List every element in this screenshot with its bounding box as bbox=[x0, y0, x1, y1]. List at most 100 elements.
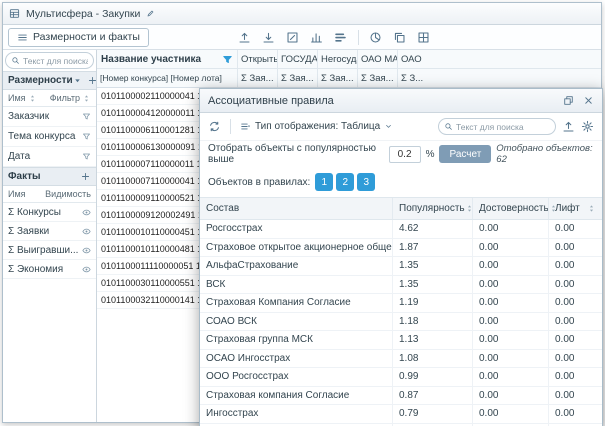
desktop: Мультисфера - Закупки Размерности и факт… bbox=[0, 0, 605, 426]
column-header-confidence[interactable]: Достоверность bbox=[472, 198, 555, 219]
objects-count-button-1[interactable]: 1 bbox=[315, 173, 334, 191]
visibility-icon[interactable] bbox=[82, 227, 91, 236]
rename-icon[interactable] bbox=[146, 9, 155, 18]
add-fact-icon[interactable] bbox=[80, 171, 91, 182]
close-icon[interactable] bbox=[583, 95, 594, 106]
toolbar-icon-group-2 bbox=[366, 28, 434, 47]
fact-label: Σ Экономия bbox=[8, 263, 64, 275]
rule-row[interactable]: Страховая компания Согласие 0.87 0.00 0.00 bbox=[200, 386, 602, 405]
rule-row[interactable]: Страховая Компания Согласие 1.19 0.00 0.00 bbox=[200, 294, 602, 313]
rule-composition: Страховая компания Согласие bbox=[206, 389, 350, 401]
rule-confidence: 0.00 bbox=[472, 368, 548, 386]
save-icon[interactable] bbox=[259, 28, 279, 47]
pivot-row-dimension-header[interactable]: Название участника bbox=[97, 50, 237, 68]
rule-row[interactable]: АльфаСтрахование 1.35 0.00 0.00 bbox=[200, 257, 602, 276]
rule-lift: 0.00 bbox=[548, 220, 602, 238]
sort-icon[interactable] bbox=[587, 204, 596, 213]
filter-icon[interactable] bbox=[82, 112, 91, 121]
export-icon[interactable] bbox=[562, 120, 575, 133]
pivot-measure-header[interactable]: Σ Зая... bbox=[277, 69, 317, 87]
dimension-label: Тема конкурса bbox=[8, 131, 76, 142]
pivot-measure-header[interactable]: Σ З... bbox=[397, 69, 437, 87]
rule-lift: 0.00 bbox=[548, 294, 602, 312]
rule-popularity: 1.35 bbox=[392, 257, 472, 275]
edit-cell-icon[interactable] bbox=[283, 28, 303, 47]
fact-row[interactable]: Σ Экономия bbox=[3, 260, 96, 279]
filter-icon[interactable] bbox=[82, 152, 91, 161]
pivot-measure-header[interactable]: Σ Зая... bbox=[357, 69, 397, 87]
rule-row[interactable]: Страховое открытое акционерное общест...… bbox=[200, 238, 602, 257]
calculate-button[interactable]: Расчет bbox=[439, 145, 492, 163]
visibility-icon[interactable] bbox=[82, 208, 91, 217]
pivot-column-header[interactable]: Открыты bbox=[237, 50, 277, 68]
sidebar-search-input[interactable] bbox=[23, 55, 88, 66]
chevron-down-icon bbox=[384, 122, 393, 131]
row-dimension-label: Название участника bbox=[101, 53, 202, 65]
popularity-threshold-input[interactable] bbox=[388, 145, 421, 163]
bar-chart-icon[interactable] bbox=[307, 28, 327, 47]
rule-row[interactable]: Росгосстрах 4.62 0.00 0.00 bbox=[200, 220, 602, 239]
rule-row[interactable]: Страховая группа МСК 1.13 0.00 0.00 bbox=[200, 331, 602, 350]
refresh-icon[interactable] bbox=[208, 120, 221, 133]
rule-lift: 0.00 bbox=[548, 349, 602, 367]
copy-icon[interactable] bbox=[390, 28, 410, 47]
pivot-column-header[interactable]: ОАО bbox=[397, 50, 437, 68]
objects-count-button-3[interactable]: 3 bbox=[357, 173, 376, 191]
filter-column-header: Фильтр bbox=[49, 93, 80, 103]
pie-chart-icon[interactable] bbox=[366, 28, 386, 47]
rows-chart-icon[interactable] bbox=[331, 28, 351, 47]
name-column-header: Имя bbox=[8, 189, 26, 199]
collapse-icon[interactable] bbox=[73, 76, 82, 85]
maximize-icon[interactable] bbox=[563, 95, 574, 106]
sort-icon[interactable] bbox=[82, 94, 91, 103]
column-header-popularity[interactable]: Популярность bbox=[392, 198, 472, 219]
percent-label: % bbox=[425, 148, 435, 160]
upload-icon[interactable] bbox=[235, 28, 255, 47]
dialog-titlebar: Ассоциативные правила bbox=[200, 89, 602, 113]
dimension-row[interactable]: Дата bbox=[3, 147, 96, 167]
fact-row[interactable]: Σ Выигравши... bbox=[3, 241, 96, 260]
rule-row[interactable]: ВСК 1.35 0.00 0.00 bbox=[200, 275, 602, 294]
rule-row[interactable]: Ингосстрах 0.79 0.00 0.00 bbox=[200, 405, 602, 424]
pivot-measure-header[interactable]: Σ Зая... bbox=[317, 69, 357, 87]
fact-row[interactable]: Σ Конкурсы bbox=[3, 203, 96, 222]
objects-count-button-2[interactable]: 2 bbox=[336, 173, 355, 191]
view-type-dropdown[interactable]: Тип отображения: Таблица bbox=[240, 121, 393, 132]
dimension-label: Дата bbox=[8, 151, 31, 162]
filter-icon[interactable] bbox=[82, 132, 91, 141]
rule-row[interactable]: ООО Росгосстрах 0.99 0.00 0.00 bbox=[200, 368, 602, 387]
fact-row[interactable]: Σ Заявки bbox=[3, 222, 96, 241]
column-header-label: Достоверность bbox=[479, 203, 549, 214]
rule-row[interactable]: СОАО ВСК 1.18 0.00 0.00 bbox=[200, 312, 602, 331]
toolbar-icon-group-1 bbox=[235, 28, 351, 47]
view-type-label: Тип отображения: Таблица bbox=[255, 121, 381, 132]
objects-in-rules-row: Объектов в правилах: 123 bbox=[200, 167, 602, 197]
fact-label: Σ Выигравши... bbox=[8, 244, 79, 256]
dimensions-subheader: Имя Фильтр bbox=[3, 90, 96, 107]
dimension-row[interactable]: Тема конкурса bbox=[3, 127, 96, 147]
facts-subheader: Имя Видимость bbox=[3, 186, 96, 203]
column-header-lift[interactable]: Лифт bbox=[548, 198, 602, 219]
pivot-column-header[interactable]: ОАО МАГ bbox=[357, 50, 397, 68]
name-column-header: Имя bbox=[8, 93, 26, 103]
dimension-row[interactable]: Заказчик bbox=[3, 107, 96, 127]
rule-lift: 0.00 bbox=[548, 331, 602, 349]
column-header-label: Лифт bbox=[555, 203, 580, 214]
rule-row[interactable]: ОСАО Ингосстрах 1.08 0.00 0.00 bbox=[200, 349, 602, 368]
add-dimension-icon[interactable] bbox=[87, 75, 98, 86]
pivot-measure-header[interactable]: Σ Зая... bbox=[237, 69, 277, 87]
sort-icon[interactable] bbox=[28, 94, 37, 103]
column-header-composition[interactable]: Состав bbox=[200, 198, 392, 219]
grid-icon[interactable] bbox=[414, 28, 434, 47]
sidebar-search[interactable] bbox=[5, 52, 94, 69]
pivot-column-header[interactable]: ГОСУДАР bbox=[277, 50, 317, 68]
pivot-column-header[interactable]: Негосуда bbox=[317, 50, 357, 68]
visibility-icon[interactable] bbox=[82, 246, 91, 255]
rule-confidence: 0.00 bbox=[472, 349, 548, 367]
filter-icon[interactable] bbox=[222, 54, 233, 65]
dialog-search-input[interactable] bbox=[456, 121, 550, 132]
dialog-search[interactable] bbox=[438, 118, 556, 135]
visibility-icon[interactable] bbox=[82, 265, 91, 274]
gear-icon[interactable] bbox=[581, 120, 594, 133]
dimensions-facts-button[interactable]: Размерности и факты bbox=[8, 27, 149, 47]
